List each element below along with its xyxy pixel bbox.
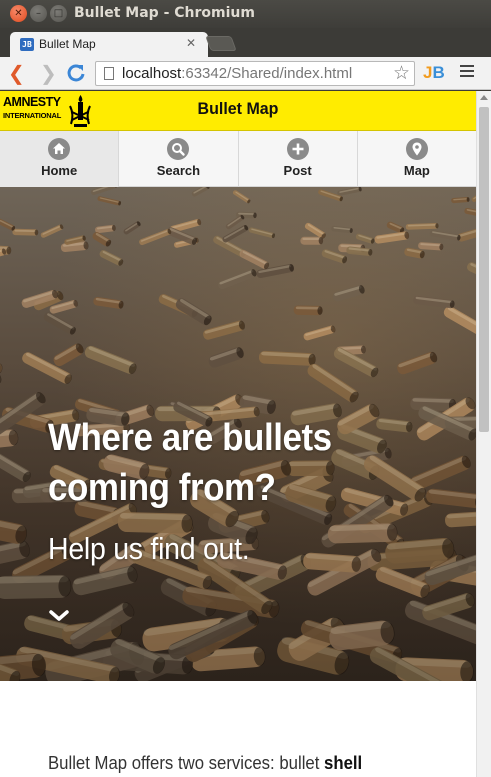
tab-favicon-icon: JB: [20, 38, 34, 51]
search-icon: [167, 138, 190, 160]
nav-home-label: Home: [41, 163, 78, 178]
page-scrollbar[interactable]: [476, 91, 491, 777]
hero-headline: Where are bullets coming from?: [48, 417, 332, 509]
forward-arrow-icon[interactable]: ❯: [40, 62, 57, 84]
window-minimize-button[interactable]: –: [30, 5, 47, 22]
back-arrow-icon[interactable]: ❮: [8, 62, 25, 84]
browser-tab[interactable]: JB Bullet Map ✕: [10, 32, 208, 57]
page-icon: [104, 67, 114, 80]
hero-subheadline: Help us find out.: [48, 531, 250, 566]
intro-text: Bullet Map offers two services: bullet s…: [48, 753, 363, 773]
home-icon: [48, 138, 71, 160]
url-text[interactable]: localhost:63342/Shared/index.html: [122, 65, 352, 82]
reload-icon[interactable]: [66, 62, 86, 88]
scrollbar-thumb[interactable]: [479, 107, 489, 432]
jetbrains-extension-icon[interactable]: JB: [423, 63, 445, 83]
page-content: AMNESTY INTERNATIONAL Bullet Map Home Se…: [0, 91, 476, 777]
plus-icon: [286, 138, 309, 160]
new-tab-button[interactable]: [205, 36, 237, 51]
nav-home[interactable]: Home: [0, 131, 120, 187]
scroll-up-arrow-icon[interactable]: [480, 95, 488, 100]
nav-post[interactable]: Post: [239, 131, 358, 187]
nav-map-label: Map: [403, 163, 430, 178]
page-title: Bullet Map: [197, 100, 279, 119]
hero-banner: Where are bullets coming from? Help us f…: [0, 187, 476, 681]
app-header: AMNESTY INTERNATIONAL Bullet Map: [0, 91, 476, 131]
browser-menu-icon[interactable]: [460, 65, 474, 80]
nav-search-label: Search: [156, 163, 201, 178]
window-close-button[interactable]: ✕: [10, 5, 27, 22]
tab-title: Bullet Map: [39, 37, 96, 51]
browser-toolbar: ❮ ❯ localhost:63342/Shared/index.html ☆ …: [0, 57, 491, 90]
map-pin-icon: [405, 138, 428, 160]
window-maximize-button[interactable]: □: [50, 5, 67, 22]
nav-map[interactable]: Map: [358, 131, 476, 187]
tab-strip: JB Bullet Map ✕: [0, 28, 491, 57]
nav-post-label: Post: [283, 163, 312, 178]
chevron-down-icon[interactable]: [48, 607, 70, 625]
page-viewport: AMNESTY INTERNATIONAL Bullet Map Home Se…: [0, 91, 491, 777]
address-bar[interactable]: localhost:63342/Shared/index.html ☆: [95, 61, 415, 86]
main-navbar: Home Search Post Map: [0, 131, 476, 187]
window-title: Bullet Map - Chromium: [74, 5, 255, 21]
bookmark-star-icon[interactable]: ☆: [393, 62, 410, 84]
nav-search[interactable]: Search: [119, 131, 239, 187]
tab-close-icon[interactable]: ✕: [186, 36, 196, 50]
window-titlebar: ✕ – □ Bullet Map - Chromium: [0, 0, 491, 28]
